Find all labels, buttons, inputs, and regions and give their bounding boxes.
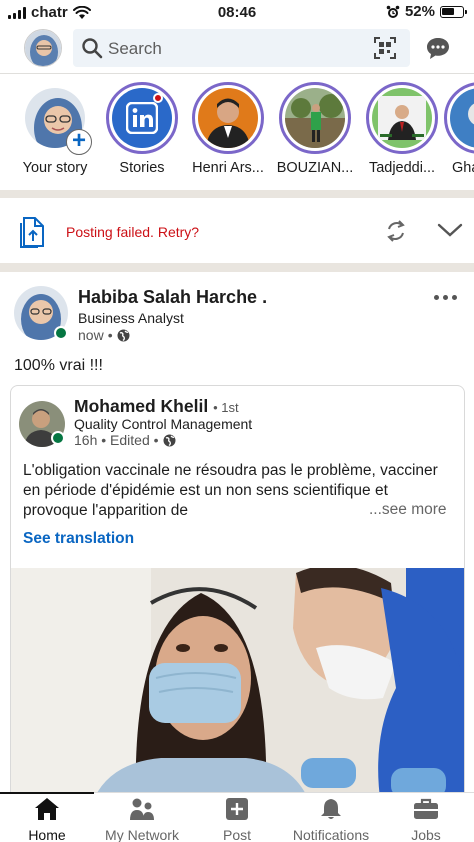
search-icon xyxy=(82,38,103,59)
top-bar: Search xyxy=(0,26,474,72)
briefcase-icon xyxy=(414,798,438,819)
story-your-story[interactable]: + Your story xyxy=(11,82,99,176)
post-icon xyxy=(226,798,248,820)
online-status-dot xyxy=(51,431,65,445)
posting-failed-text[interactable]: Posting failed. Retry? xyxy=(66,224,199,240)
story-label: Stories xyxy=(119,160,165,176)
bell-icon xyxy=(321,799,341,819)
status-bar: chatr 08:46 52% xyxy=(0,0,474,26)
nav-label: Home xyxy=(28,827,66,842)
add-story-icon[interactable]: + xyxy=(66,129,92,155)
chevron-down-icon[interactable] xyxy=(437,222,463,238)
story-henri[interactable]: Henri Ars... xyxy=(184,82,272,176)
story-label: Tadjeddi... xyxy=(368,160,436,176)
post-overflow-menu-icon[interactable] xyxy=(434,295,457,300)
dot-separator: • xyxy=(107,327,113,343)
posting-status-bar: Posting failed. Retry? xyxy=(0,200,474,263)
network-icon xyxy=(130,798,154,820)
search-bar[interactable]: Search xyxy=(73,29,410,67)
section-divider xyxy=(0,263,474,272)
document-upload-icon xyxy=(20,217,44,248)
shared-author-line: Mohamed Khelil • 1st xyxy=(74,396,239,417)
nav-notifications[interactable]: Notifications xyxy=(284,797,378,842)
shared-timestamp: 16h • Edited • xyxy=(74,432,176,448)
messaging-icon[interactable] xyxy=(426,36,450,60)
home-icon xyxy=(35,798,59,820)
story-gha[interactable]: Gha... xyxy=(444,82,474,176)
stories-row: + Your story Stories Henri Ars... BOUZIA… xyxy=(0,76,474,188)
story-label: Your story xyxy=(22,160,88,176)
post-author-name[interactable]: Habiba Salah Harche . xyxy=(78,287,267,308)
post-time: now xyxy=(78,327,104,343)
shared-time: 16h • Edited • xyxy=(74,432,159,448)
nav-my-network[interactable]: My Network xyxy=(95,797,189,842)
see-translation-link[interactable]: See translation xyxy=(23,530,134,548)
shared-author-name[interactable]: Mohamed Khelil xyxy=(74,396,208,416)
active-tab-indicator xyxy=(0,792,94,794)
nav-label: Notifications xyxy=(292,827,370,842)
nav-label: Post xyxy=(222,827,251,842)
new-story-dot xyxy=(153,93,163,103)
see-more-link[interactable]: ...see more xyxy=(363,501,447,519)
retry-icon[interactable] xyxy=(385,219,407,243)
globe-icon xyxy=(163,434,176,446)
story-tadjeddi[interactable]: Tadjeddi... xyxy=(358,82,446,176)
qr-code-icon[interactable] xyxy=(374,37,396,59)
linkedin-logo-icon xyxy=(126,102,158,134)
search-placeholder: Search xyxy=(108,39,162,58)
post-image[interactable] xyxy=(11,568,464,804)
profile-avatar[interactable] xyxy=(24,29,62,67)
nav-post[interactable]: Post xyxy=(190,797,284,842)
divider xyxy=(0,73,474,74)
bottom-navigation: Home My Network Post Notifications Jobs xyxy=(0,792,474,842)
post-author-headline: Business Analyst xyxy=(78,310,184,326)
shared-author-headline: Quality Control Management xyxy=(74,416,253,432)
story-label: BOUZIAN... xyxy=(276,160,354,176)
post-text: 100% vrai !!! xyxy=(14,357,103,374)
post-timestamp: now • xyxy=(78,327,130,343)
nav-jobs[interactable]: Jobs xyxy=(379,797,473,842)
battery-percent: 52% xyxy=(404,3,435,20)
story-label: Gha... xyxy=(452,160,474,176)
alarm-icon xyxy=(386,5,400,18)
story-stories[interactable]: Stories xyxy=(98,82,186,176)
battery-icon xyxy=(440,5,467,18)
nav-label: Jobs xyxy=(411,827,441,842)
shared-post-card[interactable]: Mohamed Khelil • 1st Quality Control Man… xyxy=(10,385,465,805)
online-status-dot xyxy=(54,326,68,340)
story-bouzian[interactable]: BOUZIAN... xyxy=(271,82,359,176)
connection-degree: • 1st xyxy=(213,400,239,415)
nav-label: My Network xyxy=(105,827,179,842)
globe-icon xyxy=(117,329,130,341)
nav-home[interactable]: Home xyxy=(0,797,94,842)
story-label: Henri Ars... xyxy=(192,160,264,176)
section-divider xyxy=(0,190,474,198)
